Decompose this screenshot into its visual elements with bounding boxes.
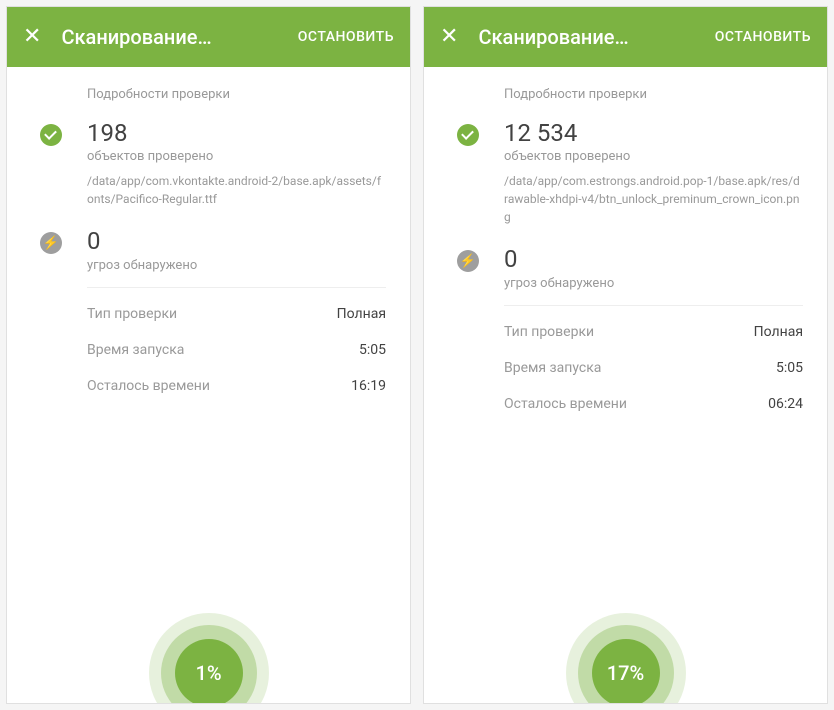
- start-time-row: Время запуска 5:05: [504, 350, 803, 386]
- checked-count: 198: [87, 120, 386, 146]
- current-file-path: /data/app/com.vkontakte.android-2/base.a…: [87, 172, 386, 208]
- start-time-label: Время запуска: [504, 360, 601, 376]
- checked-body: 12 534 объектов проверено /data/app/com.…: [504, 120, 803, 226]
- remaining-time-value: 06:24: [768, 396, 803, 412]
- divider: [504, 305, 803, 306]
- threats-count: 0: [504, 246, 803, 272]
- progress-ring: 1%: [149, 613, 269, 704]
- current-file-path: /data/app/com.estrongs.android.pop-1/bas…: [504, 172, 803, 226]
- start-time-value: 5:05: [359, 342, 386, 358]
- content-area: Подробности проверки 198 объектов провер…: [7, 67, 410, 703]
- bolt-icon-wrap: ⚡: [448, 246, 488, 290]
- details-label: Подробности проверки: [448, 67, 803, 114]
- scan-type-label: Тип проверки: [87, 306, 177, 322]
- threats-body: 0 угроз обнаружено: [504, 246, 803, 290]
- content-area: Подробности проверки 12 534 объектов про…: [424, 67, 827, 703]
- threats-label: угроз обнаружено: [504, 276, 803, 291]
- remaining-time-row: Осталось времени 16:19: [87, 368, 386, 404]
- progress-percent: 1%: [175, 639, 243, 704]
- progress-ring: 17%: [566, 613, 686, 704]
- start-time-row: Время запуска 5:05: [87, 332, 386, 368]
- scan-screen: ✕ Сканирование… ОСТАНОВИТЬ Подробности п…: [423, 6, 828, 704]
- close-icon[interactable]: ✕: [440, 26, 458, 48]
- threats-row: ⚡ 0 угроз обнаружено: [448, 240, 803, 304]
- check-icon-wrap: [448, 120, 488, 226]
- header-title: Сканирование…: [478, 25, 694, 49]
- bolt-icon: ⚡: [40, 232, 62, 254]
- close-icon[interactable]: ✕: [23, 26, 41, 48]
- scan-type-label: Тип проверки: [504, 324, 594, 340]
- header-title: Сканирование…: [61, 25, 277, 49]
- bolt-icon: ⚡: [457, 250, 479, 272]
- info-list: Тип проверки Полная Время запуска 5:05 О…: [504, 314, 803, 422]
- scan-type-value: Полная: [754, 324, 803, 340]
- threats-label: угроз обнаружено: [87, 258, 386, 273]
- remaining-time-row: Осталось времени 06:24: [504, 386, 803, 422]
- checked-row: 198 объектов проверено /data/app/com.vko…: [31, 114, 386, 222]
- scan-type-row: Тип проверки Полная: [504, 314, 803, 350]
- checked-row: 12 534 объектов проверено /data/app/com.…: [448, 114, 803, 240]
- remaining-time-value: 16:19: [351, 378, 386, 394]
- stop-button[interactable]: ОСТАНОВИТЬ: [298, 29, 394, 45]
- remaining-time-label: Осталось времени: [87, 378, 210, 394]
- app-header: ✕ Сканирование… ОСТАНОВИТЬ: [424, 7, 827, 67]
- divider: [87, 287, 386, 288]
- checked-count: 12 534: [504, 120, 803, 146]
- check-icon-wrap: [31, 120, 71, 208]
- scan-screen: ✕ Сканирование… ОСТАНОВИТЬ Подробности п…: [6, 6, 411, 704]
- progress-indicator: 1%: [149, 613, 269, 704]
- bolt-icon-wrap: ⚡: [31, 228, 71, 272]
- checked-body: 198 объектов проверено /data/app/com.vko…: [87, 120, 386, 208]
- progress-indicator: 17%: [566, 613, 686, 704]
- scan-type-row: Тип проверки Полная: [87, 296, 386, 332]
- progress-percent: 17%: [592, 639, 660, 704]
- info-list: Тип проверки Полная Время запуска 5:05 О…: [87, 296, 386, 404]
- threats-count: 0: [87, 228, 386, 254]
- start-time-value: 5:05: [776, 360, 803, 376]
- threats-row: ⚡ 0 угроз обнаружено: [31, 222, 386, 286]
- checked-label: объектов проверено: [504, 149, 803, 164]
- scan-type-value: Полная: [337, 306, 386, 322]
- stop-button[interactable]: ОСТАНОВИТЬ: [715, 29, 811, 45]
- threats-body: 0 угроз обнаружено: [87, 228, 386, 272]
- start-time-label: Время запуска: [87, 342, 184, 358]
- details-label: Подробности проверки: [31, 67, 386, 114]
- check-icon: [40, 124, 62, 146]
- check-icon: [457, 124, 479, 146]
- app-header: ✕ Сканирование… ОСТАНОВИТЬ: [7, 7, 410, 67]
- remaining-time-label: Осталось времени: [504, 396, 627, 412]
- checked-label: объектов проверено: [87, 149, 386, 164]
